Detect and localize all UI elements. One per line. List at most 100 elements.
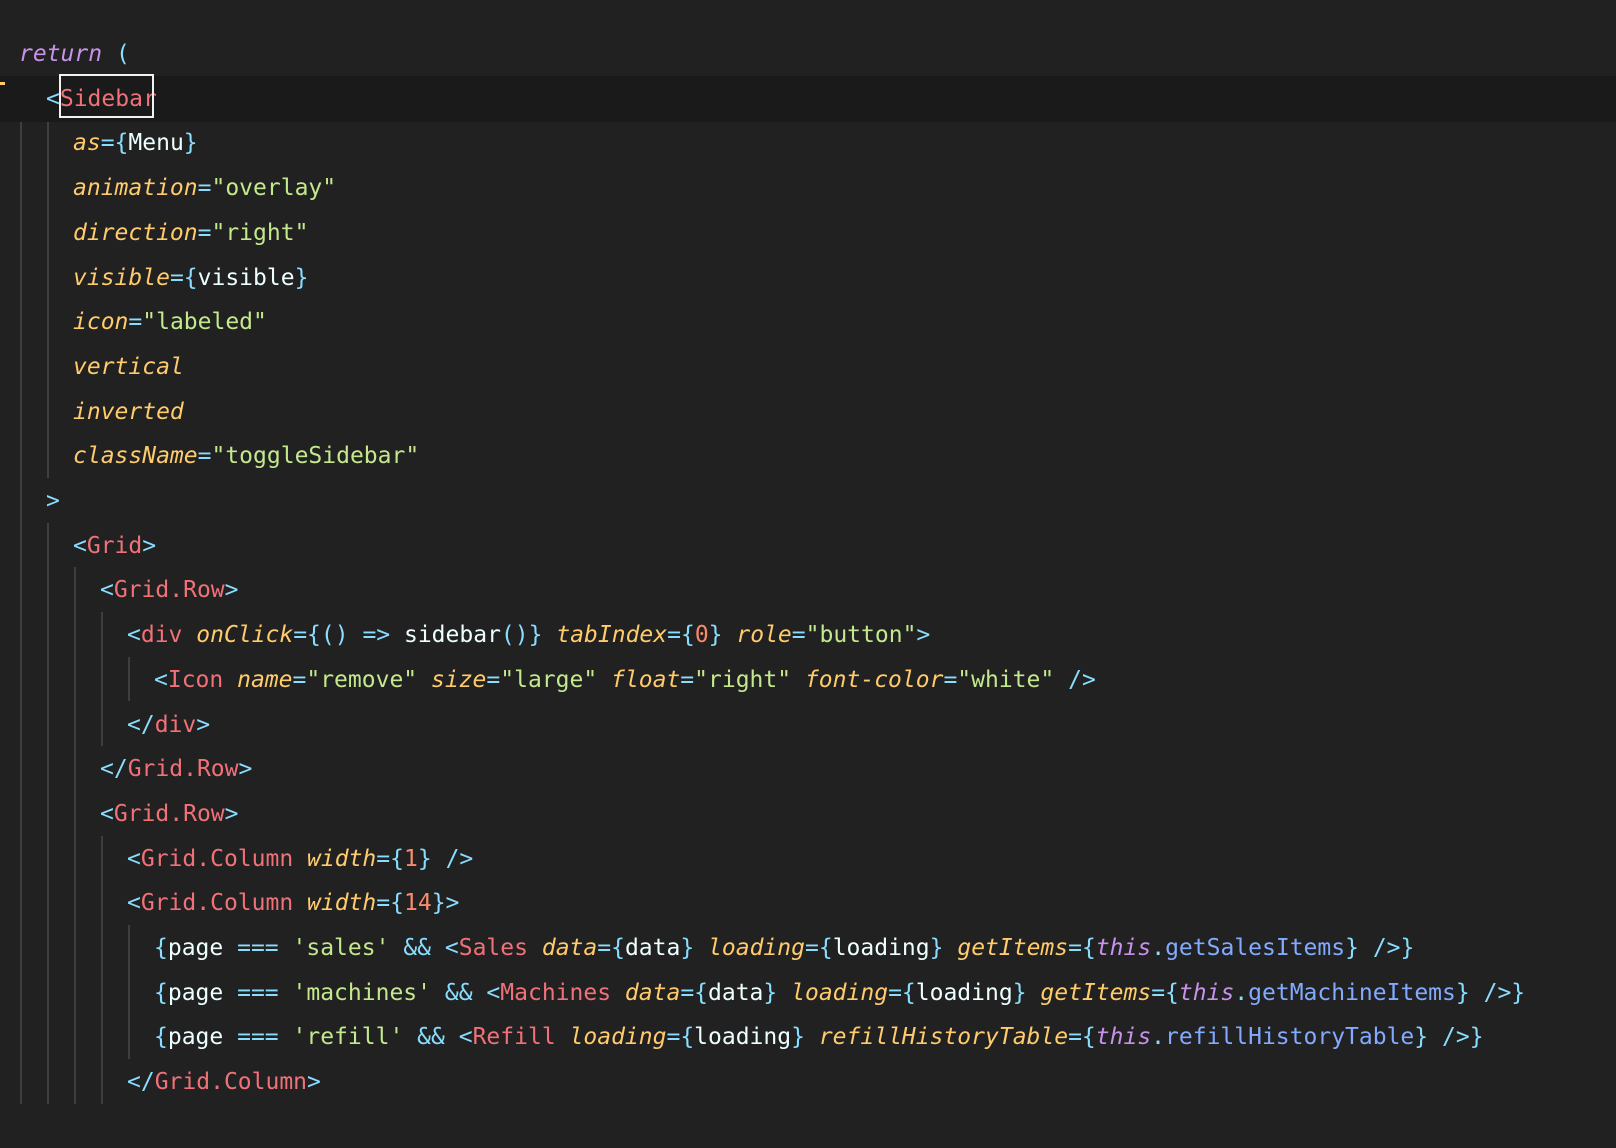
code-line[interactable]: className="toggleSidebar" (0, 433, 1616, 479)
code-line-text: {page === 'sales' && <Sales data={data} … (154, 925, 1414, 971)
code-token: && (444, 979, 473, 1006)
code-token: data (541, 935, 598, 961)
code-token: } (183, 130, 198, 157)
code-line-text: <Icon name="remove" size="large" float="… (154, 657, 1096, 703)
code-token: "large" (500, 666, 598, 693)
code-line[interactable]: > (0, 478, 1616, 524)
code-token: page (167, 935, 238, 961)
code-token: />} (1442, 1024, 1484, 1051)
code-line[interactable]: vertical (0, 344, 1616, 390)
code-token: </ (127, 1069, 155, 1096)
code-line[interactable]: return ( (0, 31, 1616, 77)
code-token: refillHistoryTable (818, 1024, 1069, 1051)
code-token: page (167, 1024, 238, 1051)
code-token: }> (431, 890, 460, 917)
code-line-text: inverted (73, 389, 184, 435)
code-line[interactable]: direction="right" (0, 210, 1616, 256)
code-token: vertical (73, 353, 184, 380)
code-line[interactable]: <Grid.Row> (0, 791, 1616, 837)
code-line[interactable]: <div onClick={() => sidebar()} tabIndex=… (0, 612, 1616, 658)
code-token: role (736, 622, 792, 649)
code-line[interactable]: {page === 'machines' && <Machines data={… (0, 970, 1616, 1016)
code-line[interactable]: inverted (0, 389, 1616, 435)
code-line[interactable]: <Grid.Column width={1} /> (0, 836, 1616, 882)
code-line[interactable]: icon="labeled" (0, 299, 1616, 345)
code-token: "labeled" (142, 309, 267, 336)
code-token: < (154, 666, 168, 693)
code-token: === (237, 935, 279, 961)
code-token: < (127, 845, 141, 872)
code-line[interactable]: visible={visible} (0, 255, 1616, 301)
code-token: as (73, 130, 101, 157)
code-line-text: <Grid.Row> (100, 567, 239, 613)
code-token: icon (73, 309, 129, 336)
code-token: } (791, 1024, 805, 1051)
code-token: font-color (804, 666, 944, 693)
code-line[interactable]: {page === 'refill' && <Refill loading={l… (0, 1014, 1616, 1060)
code-line-text: return ( (19, 31, 130, 77)
code-token: ={ (169, 264, 198, 291)
code-token: "right" (694, 666, 792, 693)
code-token: < (444, 935, 459, 961)
code-token: direction (73, 219, 198, 246)
code-token: > (224, 577, 239, 604)
code-line[interactable]: <Grid> (0, 523, 1616, 569)
code-token: ( (115, 41, 130, 67)
code-line[interactable]: {page === 'sales' && <Sales data={data} … (0, 925, 1616, 971)
code-token: = (128, 309, 143, 336)
code-line[interactable]: <Grid.Column width={14}> (0, 880, 1616, 926)
code-line[interactable]: </div> (0, 702, 1616, 748)
code-line[interactable]: animation="overlay" (0, 165, 1616, 211)
code-token: animation (73, 175, 198, 202)
code-line[interactable]: <Sidebar (0, 75, 1616, 122)
code-line[interactable]: </Grid.Column> (0, 1059, 1616, 1105)
code-token: Machines (500, 979, 612, 1006)
code-token: = (197, 175, 212, 202)
code-token: ={ (680, 979, 709, 1006)
code-token: loading (694, 1024, 792, 1051)
code-token: = (680, 666, 695, 693)
code-token: 1 (404, 845, 418, 872)
code-token: /> (445, 845, 474, 872)
code-token: ={ (597, 935, 625, 961)
code-token: visible (73, 264, 170, 291)
code-token: = (791, 622, 806, 649)
code-token: size (431, 666, 487, 693)
code-line-text: visible={visible} (73, 255, 308, 301)
code-token: page (167, 979, 238, 1006)
code-line[interactable]: <Icon name="remove" size="large" float="… (0, 657, 1616, 703)
gutter-change-marker (0, 82, 5, 85)
code-token: ={ (888, 979, 916, 1006)
code-token: Refill (472, 1024, 556, 1051)
code-token: div (140, 622, 183, 649)
code-line[interactable]: as={Menu} (0, 120, 1616, 166)
code-token: "remove" (306, 666, 418, 693)
code-line[interactable]: <Grid.Row> (0, 567, 1616, 613)
code-line-text: <Grid.Column width={14}> (127, 880, 459, 926)
code-line[interactable]: </Grid.Row> (0, 746, 1616, 792)
code-token: 'machines' (292, 979, 431, 1006)
code-token: = (486, 666, 501, 693)
code-token: ={ (1151, 979, 1179, 1006)
code-line-text: <Grid.Row> (100, 791, 239, 837)
code-token: data (624, 935, 681, 961)
code-token: } (929, 935, 944, 961)
code-editor[interactable]: return (<Sidebar as={Menu} animation="over… (0, 0, 1616, 1148)
